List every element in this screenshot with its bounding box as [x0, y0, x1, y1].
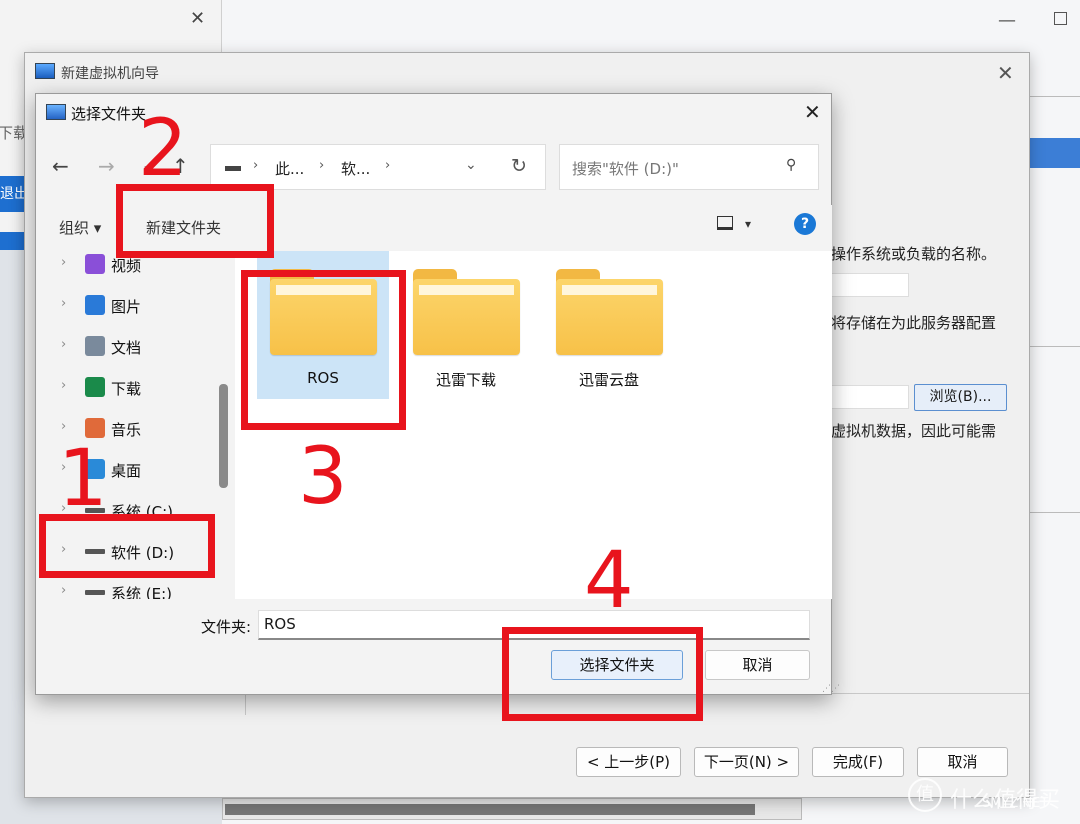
annotation-number-3: 3 — [298, 432, 348, 522]
wizard-title: 新建虚拟机向导 — [61, 66, 159, 82]
sidebar-item-label: 下载 — [111, 380, 142, 398]
search-icon[interactable]: ⚲ — [786, 157, 796, 173]
breadcrumb-drive-d[interactable]: 软... — [341, 158, 370, 179]
name-field[interactable] — [831, 273, 909, 297]
annotation-box-3 — [241, 270, 406, 430]
dialog-close-icon[interactable]: ✕ — [804, 100, 821, 124]
divider — [1030, 346, 1080, 347]
previous-button[interactable]: < 上一步(P) — [576, 747, 681, 777]
sidebar-item[interactable]: › 下载 — [37, 368, 235, 408]
picture-icon — [85, 295, 105, 315]
document-icon — [85, 336, 105, 356]
refresh-icon[interactable]: ↻ — [511, 155, 527, 177]
finish-button[interactable]: 完成(F) — [812, 747, 904, 777]
wizard-close-icon[interactable]: ✕ — [997, 61, 1014, 85]
scrollbar-thumb[interactable] — [225, 804, 755, 815]
chevron-down-icon[interactable]: ⌄ — [465, 157, 477, 173]
maximize-icon[interactable] — [1054, 12, 1067, 25]
annotation-number-1: 1 — [58, 434, 108, 524]
wizard-text-name: 操作系统或负载的名称。 — [831, 245, 997, 263]
forward-arrow-icon[interactable]: → — [98, 154, 115, 178]
folder-item[interactable]: 迅雷下载 — [400, 251, 532, 399]
sidebar-item-label: 系统 (E:) — [111, 585, 173, 599]
chevron-right-icon[interactable]: › — [61, 296, 66, 311]
watermark-site: SMYZ.NET — [982, 796, 1049, 811]
divider — [1030, 96, 1080, 97]
folder-item[interactable]: 迅雷云盘 — [543, 251, 675, 399]
view-dropdown-icon[interactable]: ▾ — [745, 217, 751, 231]
view-icon[interactable] — [717, 216, 733, 230]
resize-grip-icon[interactable]: ⋰⋰ — [822, 684, 840, 694]
back-arrow-icon[interactable]: ← — [52, 154, 69, 178]
folder-label: 文件夹: — [201, 618, 252, 636]
organize-menu[interactable]: 组织 ▾ — [59, 217, 101, 238]
bg-download-text: 下载 — [0, 124, 26, 142]
annotation-number-4: 4 — [584, 536, 634, 626]
monitor-icon — [35, 63, 55, 79]
video-icon — [85, 254, 105, 274]
minimize-icon[interactable]: — — [998, 10, 1016, 31]
folder-name: 迅雷下载 — [435, 371, 496, 389]
search-input[interactable]: 搜索"软件 (D:)" — [572, 158, 679, 179]
browse-button[interactable]: 浏览(B)... — [914, 384, 1007, 411]
cancel-button[interactable]: 取消 — [705, 650, 810, 680]
search-box[interactable]: 搜索"软件 (D:)" ⚲ — [559, 144, 819, 190]
wizard-cancel-button[interactable]: 取消 — [917, 747, 1008, 777]
chevron-right-icon[interactable]: › — [61, 337, 66, 352]
drive-icon — [85, 590, 105, 595]
breadcrumb-separator[interactable]: › — [253, 158, 258, 173]
horizontal-scrollbar[interactable] — [222, 798, 802, 820]
help-icon[interactable]: ? — [794, 213, 816, 235]
annotation-box-4 — [502, 627, 703, 721]
breadcrumb-this-pc[interactable]: 此... — [275, 158, 304, 179]
wizard-text-storage: 将存储在为此服务器配置 — [831, 314, 997, 332]
next-button[interactable]: 下一页(N) > — [694, 747, 799, 777]
location-field[interactable] — [831, 385, 909, 409]
sidebar-item[interactable]: › 图片 — [37, 286, 235, 326]
scrollbar-thumb[interactable] — [219, 384, 228, 488]
folder-icon — [413, 269, 520, 355]
chevron-right-icon[interactable]: › — [61, 419, 66, 434]
chevron-right-icon[interactable]: › — [61, 378, 66, 393]
breadcrumb-separator[interactable]: › — [385, 158, 390, 173]
sidebar-item[interactable]: › 文档 — [37, 327, 235, 367]
sidebar-item-label: 文档 — [111, 339, 142, 357]
chevron-right-icon[interactable]: › — [61, 583, 66, 598]
dialog-title: 选择文件夹 — [71, 105, 147, 123]
folder-icon — [556, 269, 663, 355]
chevron-right-icon[interactable]: › — [61, 255, 66, 270]
wizard-text-data: 虚拟机数据，因此可能需 — [831, 422, 997, 440]
sidebar-item-label: 音乐 — [111, 421, 142, 439]
folder-name: 迅雷云盘 — [578, 371, 639, 389]
sidebar-item-label: 图片 — [111, 298, 142, 316]
bg-close-icon[interactable]: ✕ — [190, 8, 205, 29]
monitor-icon — [46, 104, 66, 120]
annotation-number-2: 2 — [138, 104, 188, 194]
watermark-logo: 值 — [908, 778, 942, 812]
drive-icon — [225, 166, 241, 171]
sidebar-item-label: 桌面 — [111, 462, 142, 480]
sidebar-item-label: 视频 — [111, 257, 142, 275]
annotation-box-2 — [116, 184, 274, 258]
selection-bar — [1030, 138, 1080, 168]
breadcrumb-separator[interactable]: › — [319, 158, 324, 173]
divider — [1030, 512, 1080, 513]
download-icon — [85, 377, 105, 397]
